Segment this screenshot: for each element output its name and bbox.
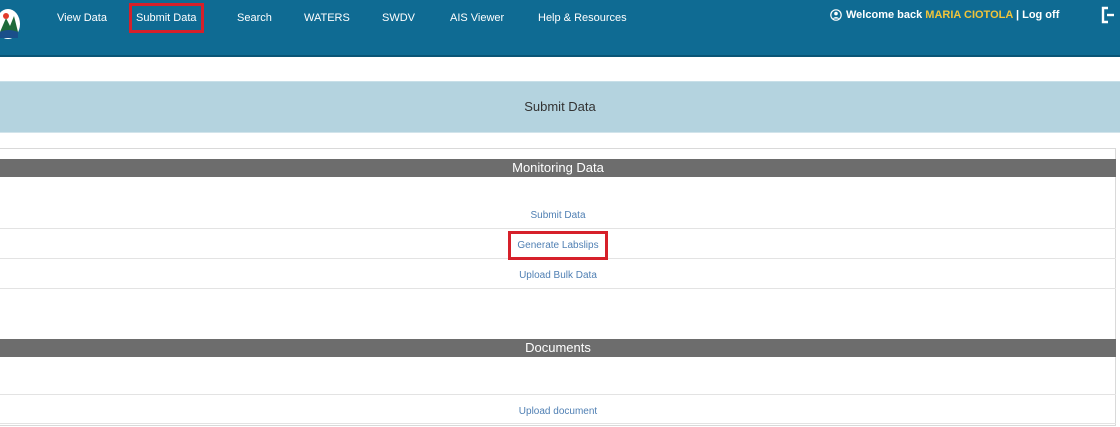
list-item-upload-bulk-data: Upload Bulk Data bbox=[0, 259, 1116, 289]
nav-search[interactable]: Search bbox=[237, 10, 272, 26]
upload-document-link[interactable]: Upload document bbox=[519, 406, 597, 417]
section-header-monitoring-data: Monitoring Data bbox=[0, 159, 1116, 177]
list-item-upload-document: Upload document bbox=[0, 394, 1116, 424]
top-navbar: View Data Submit Data Search WATERS SWDV… bbox=[0, 0, 1120, 57]
welcome-separator: | bbox=[1015, 9, 1020, 21]
nav-view-data[interactable]: View Data bbox=[57, 10, 107, 26]
upload-bulk-data-link[interactable]: Upload Bulk Data bbox=[519, 270, 597, 281]
nav-ais-viewer[interactable]: AIS Viewer bbox=[450, 10, 504, 26]
generate-labslips-link[interactable]: Generate Labslips bbox=[508, 231, 608, 260]
logoff-link[interactable]: Log off bbox=[1022, 9, 1059, 21]
welcome-message: Welcome back MARIA CIOTOLA | Log off bbox=[830, 6, 1059, 24]
submit-data-link[interactable]: Submit Data bbox=[530, 210, 585, 221]
section-header-documents: Documents bbox=[0, 339, 1116, 357]
nav-help-resources[interactable]: Help & Resources bbox=[538, 10, 627, 26]
logoff-icon[interactable] bbox=[1100, 5, 1116, 25]
nav-waters[interactable]: WATERS bbox=[304, 10, 350, 26]
user-circle-icon bbox=[830, 9, 842, 21]
nav-swdv[interactable]: SWDV bbox=[382, 10, 415, 26]
list-item-generate-labslips: Generate Labslips bbox=[0, 229, 1116, 260]
agency-logo-icon[interactable] bbox=[0, 8, 22, 40]
list-item-submit-data: Submit Data bbox=[0, 199, 1116, 229]
page-title: Submit Data bbox=[524, 99, 596, 114]
username: MARIA CIOTOLA bbox=[925, 9, 1013, 21]
welcome-prefix: Welcome back bbox=[846, 9, 923, 21]
submit-panel: Monitoring Data Submit Data Generate Lab… bbox=[0, 148, 1116, 426]
nav-submit-data[interactable]: Submit Data bbox=[129, 3, 204, 33]
page-header-band: Submit Data bbox=[0, 81, 1120, 133]
